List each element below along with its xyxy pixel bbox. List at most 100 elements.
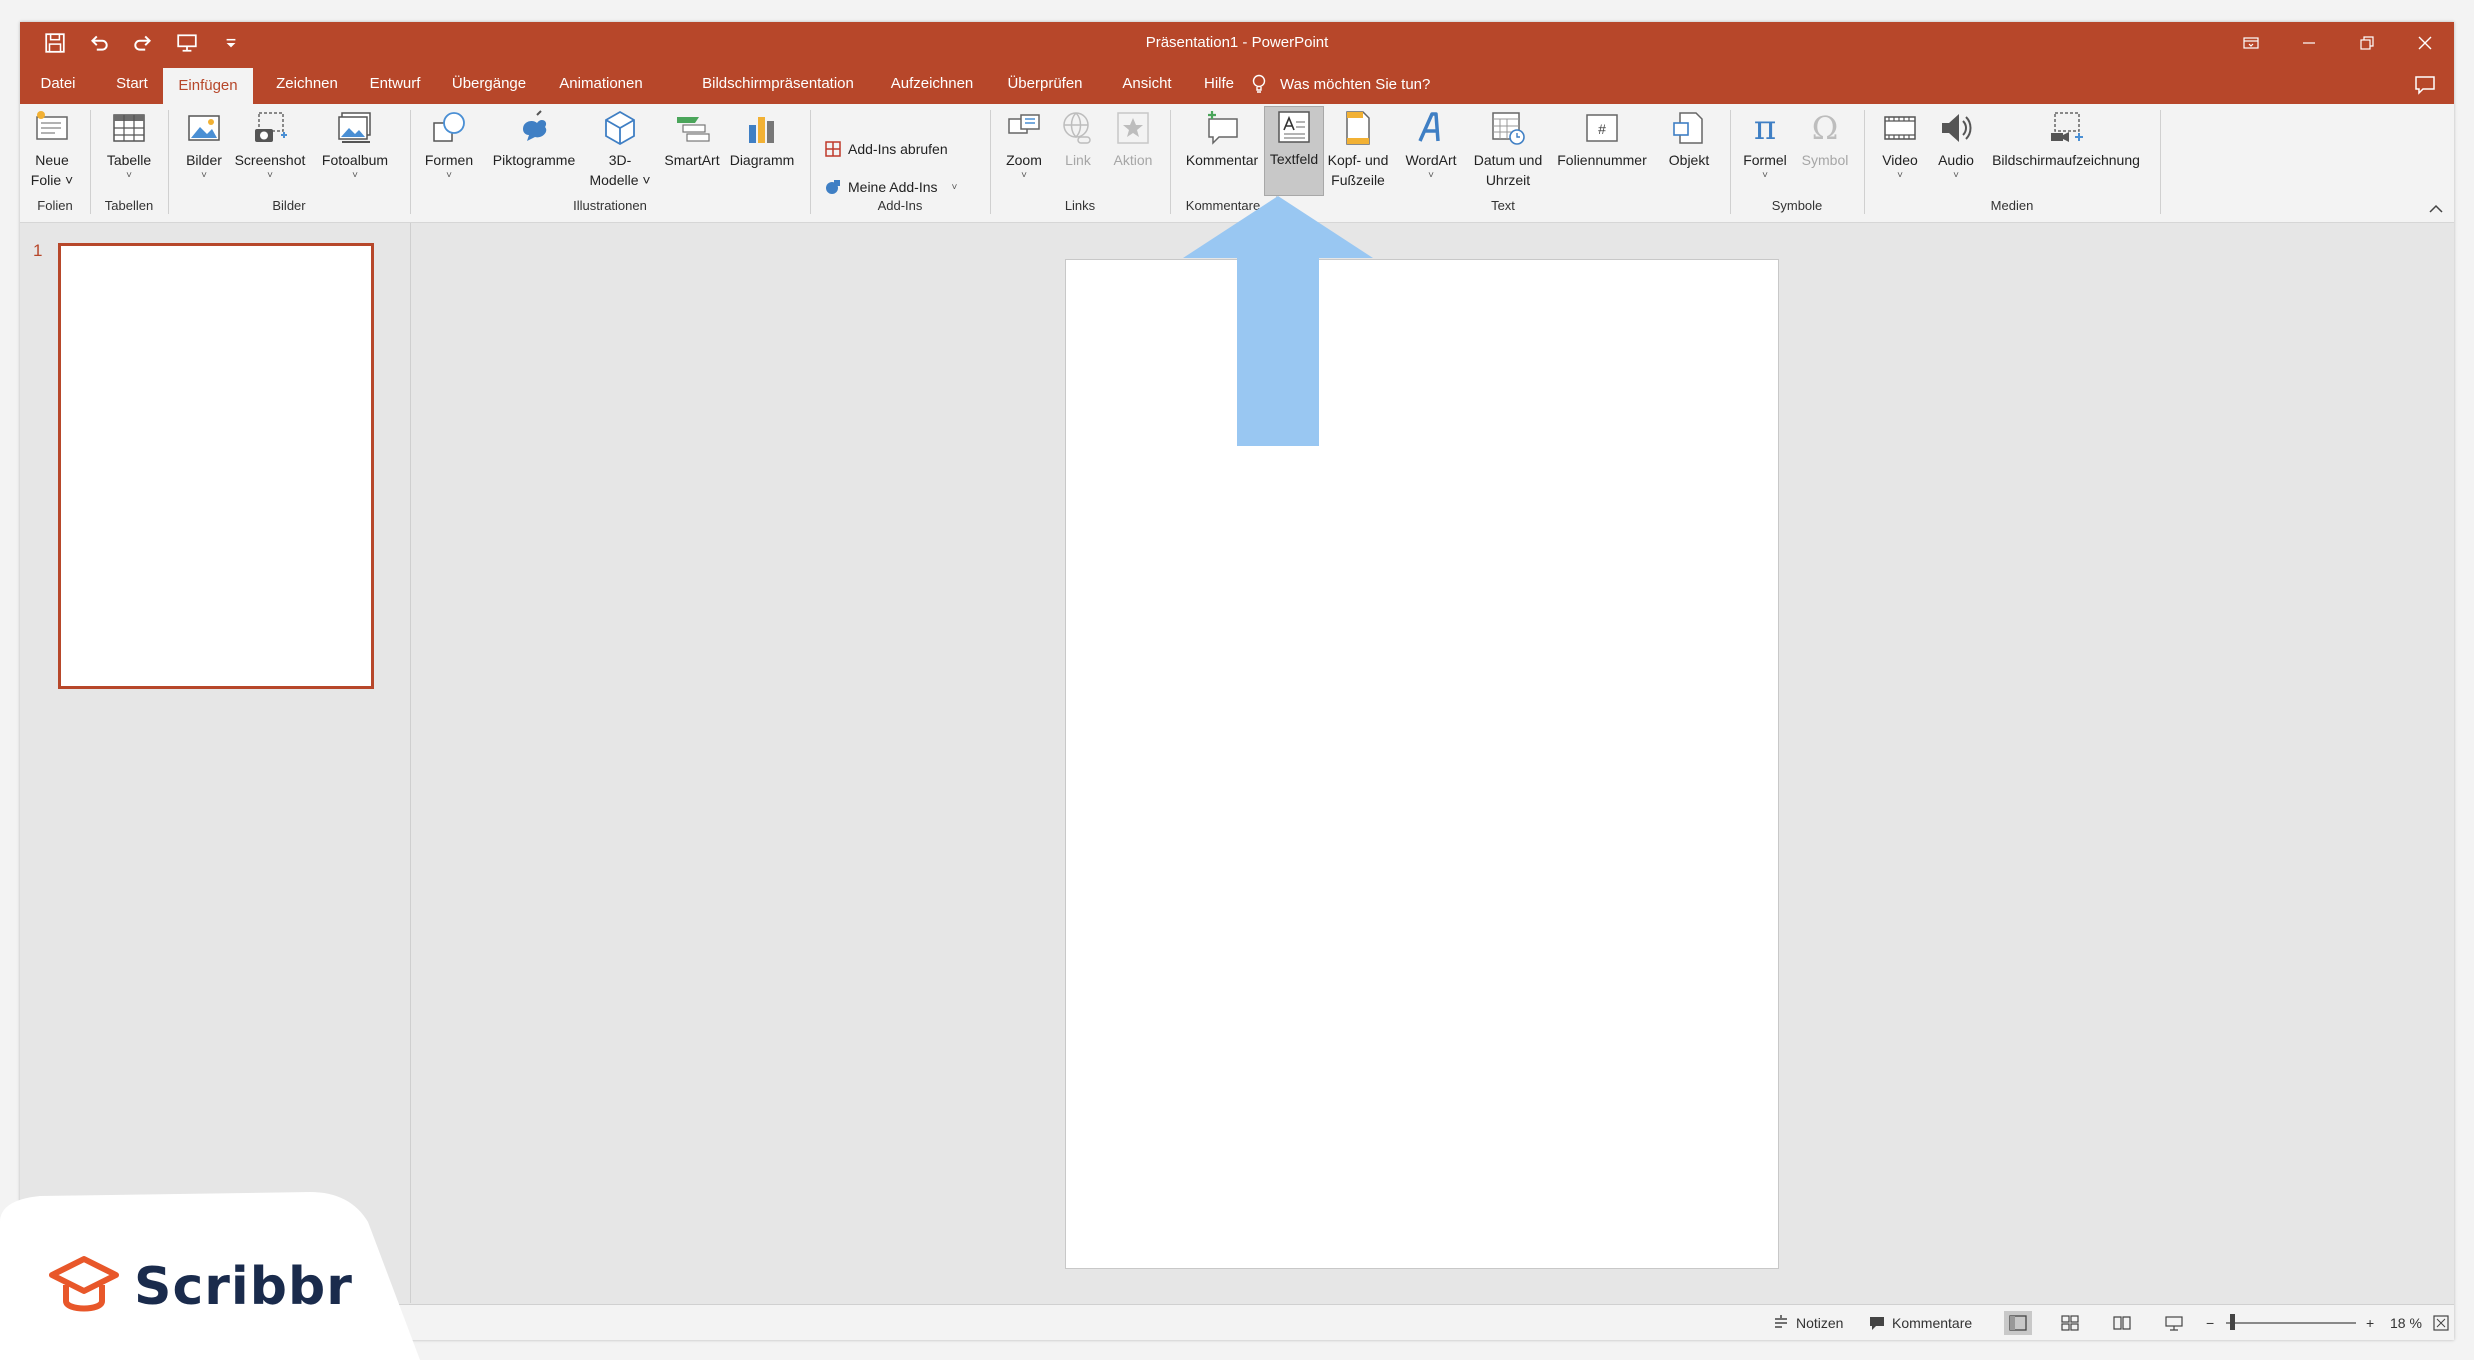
fit-window-icon — [2433, 1315, 2449, 1331]
ribbon-tabs: Datei Start Einfügen Zeichnen Entwurf Üb… — [20, 64, 2454, 104]
tab-zeichnen[interactable]: Zeichnen — [267, 64, 347, 104]
tab-hilfe[interactable]: Hilfe — [1184, 64, 1254, 104]
object-button[interactable]: Objekt — [1660, 108, 1718, 170]
slide-sorter-button[interactable] — [2056, 1311, 2084, 1335]
minimize-icon[interactable] — [2280, 22, 2338, 64]
textbox-button[interactable]: Textfeld — [1264, 106, 1324, 196]
tab-uebergaenge[interactable]: Übergänge — [444, 64, 534, 104]
tab-ansicht[interactable]: Ansicht — [1102, 64, 1192, 104]
tab-ueberpruefen[interactable]: Überprüfen — [980, 64, 1110, 104]
normal-view-button[interactable] — [2004, 1311, 2032, 1335]
smartart-button[interactable]: SmartArt — [654, 108, 730, 170]
shapes-icon — [429, 108, 469, 148]
window-controls — [2222, 22, 2454, 64]
tab-animationen[interactable]: Animationen — [546, 64, 656, 104]
tab-einfuegen[interactable]: Einfügen — [163, 68, 253, 104]
header-footer-icon — [1338, 108, 1378, 148]
scribbr-logo: Scribbr — [48, 1255, 353, 1319]
chart-button[interactable]: Diagramm — [724, 108, 800, 170]
3d-models-button[interactable]: 3D- Modelle ˅ — [582, 108, 658, 190]
tell-me-search[interactable]: Was möchten Sie tun? — [1250, 64, 1430, 104]
action-button[interactable]: Aktion — [1104, 108, 1162, 170]
ribbon-display-options-icon[interactable] — [2222, 22, 2280, 64]
cube-icon — [600, 108, 640, 148]
group-label-bilder: Bilder — [272, 198, 306, 213]
slide-thumbnail[interactable] — [58, 243, 374, 689]
tell-me-label: Was möchten Sie tun? — [1280, 75, 1431, 93]
get-addins-button[interactable]: Add-Ins abrufen — [824, 136, 948, 162]
slide-number-button[interactable]: # Foliennummer — [1548, 108, 1656, 170]
slideshow-view-button[interactable] — [2160, 1311, 2188, 1335]
screen-recording-button[interactable]: Bildschirmaufzeichnung — [1982, 108, 2150, 170]
screenshot-icon — [250, 108, 290, 148]
slides-thumbnail-pane: 1 — [20, 223, 411, 1303]
film-icon — [1880, 108, 1920, 148]
screenshot-button[interactable]: Screenshot ˅ — [228, 108, 312, 182]
title-bar: Präsentation1 - PowerPoint — [20, 22, 2454, 64]
group-label-medien: Medien — [1990, 198, 2034, 213]
slide-sorter-icon — [2061, 1315, 2079, 1331]
my-addins-button[interactable]: Meine Add-Ins ˅ — [824, 174, 957, 200]
notes-button[interactable]: Notizen — [1772, 1305, 1843, 1340]
restore-icon[interactable] — [2338, 22, 2396, 64]
tab-start[interactable]: Start — [100, 64, 164, 104]
zoom-slider-track[interactable] — [2226, 1322, 2356, 1324]
slide-number-icon: # — [1582, 108, 1622, 148]
video-button[interactable]: Video ˅ — [1872, 108, 1928, 182]
group-label-tabellen: Tabellen — [104, 198, 154, 213]
photo-album-icon — [335, 108, 375, 148]
group-label-addins: Add-Ins — [877, 198, 923, 213]
table-icon — [109, 108, 149, 148]
group-label-symbole: Symbole — [1771, 198, 1823, 213]
store-icon — [825, 141, 841, 157]
comments-pane-button[interactable]: Kommentare — [1868, 1305, 1972, 1340]
header-footer-button[interactable]: Kopf- und Fußzeile — [1322, 108, 1394, 190]
zoom-slides-icon — [1004, 108, 1044, 148]
normal-view-icon — [2009, 1315, 2027, 1331]
action-star-icon — [1113, 108, 1153, 148]
table-button[interactable]: Tabelle ˅ — [98, 108, 160, 182]
shapes-button[interactable]: Formen ˅ — [418, 108, 480, 182]
lightbulb-icon — [1252, 74, 1266, 93]
close-icon[interactable] — [2396, 22, 2454, 64]
photo-album-button[interactable]: Fotoalbum ˅ — [310, 108, 400, 182]
icons-button[interactable]: Piktogramme — [482, 108, 586, 170]
tab-datei[interactable]: Datei — [30, 64, 86, 104]
screenshot-background: Präsentation1 - PowerPoint Datei Start E… — [0, 0, 2474, 1360]
reading-view-button[interactable] — [2108, 1311, 2136, 1335]
group-label-links: Links — [1064, 198, 1096, 213]
wordart-button[interactable]: WordArt ˅ — [1398, 108, 1464, 182]
textbox-icon — [1274, 107, 1314, 147]
link-button[interactable]: Link — [1052, 108, 1104, 170]
comments-icon[interactable] — [2414, 74, 2436, 96]
logo-text: Scribbr — [134, 1257, 353, 1317]
new-slide-icon — [32, 108, 72, 148]
slide-canvas[interactable] — [1065, 259, 1779, 1269]
fit-to-window-button[interactable] — [2432, 1305, 2450, 1340]
zoom-button[interactable]: Zoom ˅ — [998, 108, 1050, 182]
collapse-ribbon-icon[interactable] — [2428, 202, 2444, 214]
symbol-button[interactable]: Ω Symbol — [1794, 108, 1856, 170]
new-comment-button[interactable]: Kommentar — [1176, 108, 1268, 170]
date-time-button[interactable]: Datum und Uhrzeit — [1466, 108, 1550, 190]
zoom-slider-thumb[interactable] — [2230, 1314, 2235, 1330]
audio-button[interactable]: Audio ˅ — [1928, 108, 1984, 182]
wordart-icon — [1411, 108, 1451, 148]
annotation-arrow — [1183, 196, 1373, 446]
link-globe-icon — [1058, 108, 1098, 148]
new-slide-button[interactable]: Neue Folie ˅ — [28, 108, 76, 190]
equation-button[interactable]: π Formel ˅ — [1736, 108, 1794, 182]
tab-bildschirmpraesentation[interactable]: Bildschirmpräsentation — [668, 64, 888, 104]
zoom-in-button[interactable]: + — [2366, 1305, 2374, 1340]
tab-entwurf[interactable]: Entwurf — [360, 64, 430, 104]
zoom-level[interactable]: 18 % — [2390, 1305, 2422, 1340]
pictograms-icon — [514, 108, 554, 148]
screen-recording-icon — [2046, 108, 2086, 148]
comment-bubble-icon — [1870, 1317, 1884, 1330]
pictures-button[interactable]: Bilder ˅ — [176, 108, 232, 182]
addins-icon — [826, 180, 840, 194]
reading-view-icon — [2113, 1316, 2131, 1330]
zoom-out-button[interactable]: − — [2206, 1305, 2214, 1340]
bar-chart-icon — [742, 108, 782, 148]
add-comment-icon — [1202, 108, 1242, 148]
